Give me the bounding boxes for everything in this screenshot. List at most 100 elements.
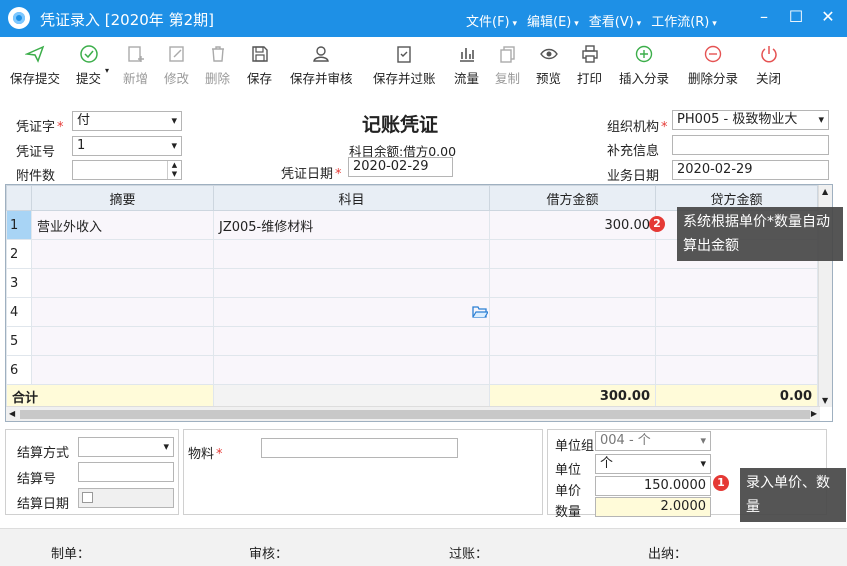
material-field[interactable]: [261, 438, 458, 458]
total-credit: 0.00: [655, 384, 818, 409]
voucher-date-field[interactable]: 2020-02-29: [348, 157, 453, 177]
cash-flow-button[interactable]: 流量: [454, 44, 479, 87]
column-header-summary[interactable]: 摘要: [31, 185, 214, 211]
step-badge: 2: [649, 216, 665, 232]
cashier-label: 出纳：: [648, 547, 688, 562]
account-cell[interactable]: [213, 297, 490, 327]
settle-method-select[interactable]: [78, 437, 174, 457]
price-label: 单价: [555, 484, 582, 499]
eye-icon: [539, 48, 558, 60]
check-circle-icon: [79, 45, 98, 63]
summary-cell[interactable]: [31, 239, 214, 269]
summary-cell[interactable]: 营业外收入: [31, 210, 214, 240]
credit-cell[interactable]: [655, 355, 818, 385]
unit-group-select[interactable]: 004 - 个: [595, 431, 711, 451]
plus-circle-icon: [635, 45, 653, 63]
debit-cell[interactable]: [489, 268, 656, 298]
extra-info-field[interactable]: [672, 135, 829, 155]
column-header-account[interactable]: 科目: [213, 185, 490, 211]
menu-edit[interactable]: 编辑(E): [527, 11, 579, 30]
credit-cell[interactable]: [655, 326, 818, 356]
tooltip-auto-calc: 系统根据单价*数量自动算出金额: [677, 207, 843, 261]
save-submit-button[interactable]: 保存提交: [10, 44, 60, 87]
scroll-left-icon[interactable]: ◀: [9, 409, 15, 418]
price-field[interactable]: 150.0000: [595, 476, 711, 496]
table-row[interactable]: 5: [6, 326, 818, 356]
close-button[interactable]: 关闭: [756, 44, 781, 87]
attachments-stepper[interactable]: ▲ ▼: [72, 160, 182, 180]
delete-entry-button[interactable]: 删除分录: [688, 44, 738, 87]
credit-cell[interactable]: [655, 297, 818, 327]
business-date-field[interactable]: 2020-02-29: [672, 160, 829, 180]
qty-field[interactable]: 2.0000: [595, 497, 711, 517]
horizontal-scrollbar[interactable]: ◀ ▶: [6, 406, 820, 421]
voucher-word-label: 凭证字 *: [16, 120, 64, 135]
print-button[interactable]: 打印: [577, 44, 602, 87]
spinner-icon[interactable]: ▲ ▼: [167, 161, 181, 179]
summary-cell[interactable]: [31, 326, 214, 356]
folder-open-icon[interactable]: [472, 305, 488, 319]
settle-date-checkbox[interactable]: [82, 492, 93, 503]
close-icon[interactable]: ✕: [819, 8, 837, 26]
table-row[interactable]: 3: [6, 268, 818, 298]
delete-button[interactable]: 删除: [205, 44, 230, 87]
summary-cell[interactable]: [31, 268, 214, 298]
window-controls: – ☐ ✕: [755, 8, 837, 26]
summary-cell[interactable]: [31, 355, 214, 385]
extra-info-label: 补充信息: [607, 144, 660, 159]
scroll-up-icon[interactable]: ▲: [822, 187, 828, 196]
business-date-label: 业务日期: [607, 169, 660, 184]
attachments-label: 附件数: [16, 169, 56, 184]
scroll-thumb[interactable]: [20, 410, 810, 419]
summary-cell[interactable]: [31, 297, 214, 327]
debit-cell[interactable]: [489, 326, 656, 356]
save-icon: [251, 46, 268, 62]
account-cell[interactable]: [213, 239, 490, 269]
column-header-debit[interactable]: 借方金额: [489, 185, 656, 211]
scroll-down-icon[interactable]: ▼: [822, 396, 828, 405]
menu-workflow[interactable]: 工作流(R): [651, 11, 717, 30]
menu-bar: 文件(F) 编辑(E) 查看(V) 工作流(R): [466, 11, 717, 30]
row-number: 2: [6, 239, 32, 269]
org-label: 组织机构 *: [607, 120, 668, 135]
voucher-word-select[interactable]: 付: [72, 111, 182, 131]
voucher-no-select[interactable]: 1: [72, 136, 182, 156]
save-button[interactable]: 保存: [247, 44, 272, 87]
menu-view[interactable]: 查看(V): [589, 11, 641, 30]
maximize-icon[interactable]: ☐: [787, 8, 805, 26]
preview-button[interactable]: 预览: [536, 44, 561, 87]
submit-button[interactable]: 提交 ▾: [76, 44, 109, 87]
account-cell[interactable]: [213, 268, 490, 298]
debit-cell[interactable]: 300.00: [489, 210, 656, 240]
table-row[interactable]: 6: [6, 355, 818, 385]
new-button[interactable]: 新增: [123, 44, 148, 87]
org-select[interactable]: PH005 - 极致物业大: [672, 110, 829, 130]
insert-entry-button[interactable]: 插入分录: [619, 44, 669, 87]
row-number: 6: [6, 355, 32, 385]
minimize-icon[interactable]: –: [755, 8, 773, 26]
settle-no-field[interactable]: [78, 462, 174, 482]
menu-file[interactable]: 文件(F): [466, 11, 517, 30]
account-cell[interactable]: [213, 355, 490, 385]
save-audit-button[interactable]: 保存并审核: [290, 44, 353, 87]
account-cell[interactable]: [213, 326, 490, 356]
credit-cell[interactable]: [655, 268, 818, 298]
window-title: 凭证录入 [2020年 第2期]: [40, 11, 214, 29]
material-label: 物料 *: [188, 447, 223, 462]
unit-select[interactable]: 个: [595, 454, 711, 474]
chevron-down-icon[interactable]: ▾: [105, 66, 109, 75]
account-cell[interactable]: JZ005-维修材料: [213, 210, 490, 240]
total-account-cell: [213, 384, 490, 409]
bar-chart-icon: [459, 48, 474, 62]
save-post-button[interactable]: 保存并过账: [373, 44, 436, 87]
modify-button[interactable]: 修改: [164, 44, 189, 87]
row-number-header: [6, 185, 32, 211]
copy-button[interactable]: 复制: [495, 44, 520, 87]
send-icon: [25, 45, 45, 63]
debit-cell[interactable]: [489, 297, 656, 327]
scroll-right-icon[interactable]: ▶: [811, 409, 817, 418]
debit-cell[interactable]: [489, 355, 656, 385]
debit-cell[interactable]: [489, 239, 656, 269]
qty-label: 数量: [555, 505, 582, 520]
table-row[interactable]: 4: [6, 297, 818, 327]
